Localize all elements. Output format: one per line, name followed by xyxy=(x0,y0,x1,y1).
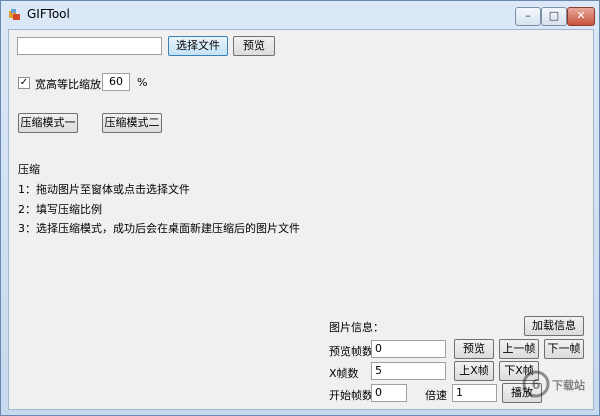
x-frames-input[interactable]: 5 xyxy=(371,362,446,380)
watermark-text: 下载站 xyxy=(552,379,585,392)
scale-unit: % xyxy=(137,76,148,89)
prev-frame-button[interactable]: 上一帧 xyxy=(499,339,539,359)
app-window: GIFTool – □ ✕ 选择文件 预览 ✓ 宽高等比缩放 60 % 压缩模式… xyxy=(0,0,600,416)
instructions-heading: 压缩 xyxy=(18,163,40,176)
x-frames-label: X帧数 xyxy=(329,367,359,380)
load-info-button[interactable]: 加载信息 xyxy=(524,316,584,336)
start-frames-input[interactable]: 0 xyxy=(371,384,407,402)
minimize-button[interactable]: – xyxy=(515,7,541,26)
keep-ratio-label: 宽高等比缩放 xyxy=(35,78,101,91)
keep-ratio-checkbox[interactable]: ✓ xyxy=(18,77,30,89)
watermark-logo-icon: 6 xyxy=(522,370,550,398)
close-button[interactable]: ✕ xyxy=(567,7,595,26)
app-icon xyxy=(9,9,20,20)
preview-frames-button[interactable]: 预览 xyxy=(454,339,494,359)
mode-two-button[interactable]: 压缩模式二 xyxy=(102,113,162,133)
next-frame-button[interactable]: 下一帧 xyxy=(544,339,584,359)
image-info-label: 图片信息： xyxy=(329,321,384,334)
select-file-button[interactable]: 选择文件 xyxy=(168,36,228,56)
maximize-button[interactable]: □ xyxy=(541,7,567,26)
file-path-input[interactable] xyxy=(17,37,162,55)
mode-one-button[interactable]: 压缩模式一 xyxy=(18,113,78,133)
instruction-step-3: 3：选择压缩模式，成功后会在桌面新建压缩后的图片文件 xyxy=(18,222,300,235)
speed-input[interactable]: 1 xyxy=(452,384,497,402)
client-area: 选择文件 预览 ✓ 宽高等比缩放 60 % 压缩模式一 压缩模式二 压缩 1：拖… xyxy=(8,29,594,410)
preview-frames-input[interactable]: 0 xyxy=(371,340,446,358)
instruction-step-1: 1：拖动图片至窗体或点击选择文件 xyxy=(18,183,190,196)
svg-text:6: 6 xyxy=(531,378,540,393)
scale-input[interactable]: 60 xyxy=(102,73,130,91)
preview-frames-label: 预览帧数 xyxy=(329,345,373,358)
start-frames-label: 开始帧数 xyxy=(329,389,373,402)
upper-x-frame-button[interactable]: 上X帧 xyxy=(454,361,494,381)
title-bar[interactable]: GIFTool – □ ✕ xyxy=(1,1,599,29)
window-title: GIFTool xyxy=(27,7,70,21)
instruction-step-2: 2：填写压缩比例 xyxy=(18,203,102,216)
speed-label: 倍速 xyxy=(425,389,447,402)
preview-file-button[interactable]: 预览 xyxy=(233,36,275,56)
